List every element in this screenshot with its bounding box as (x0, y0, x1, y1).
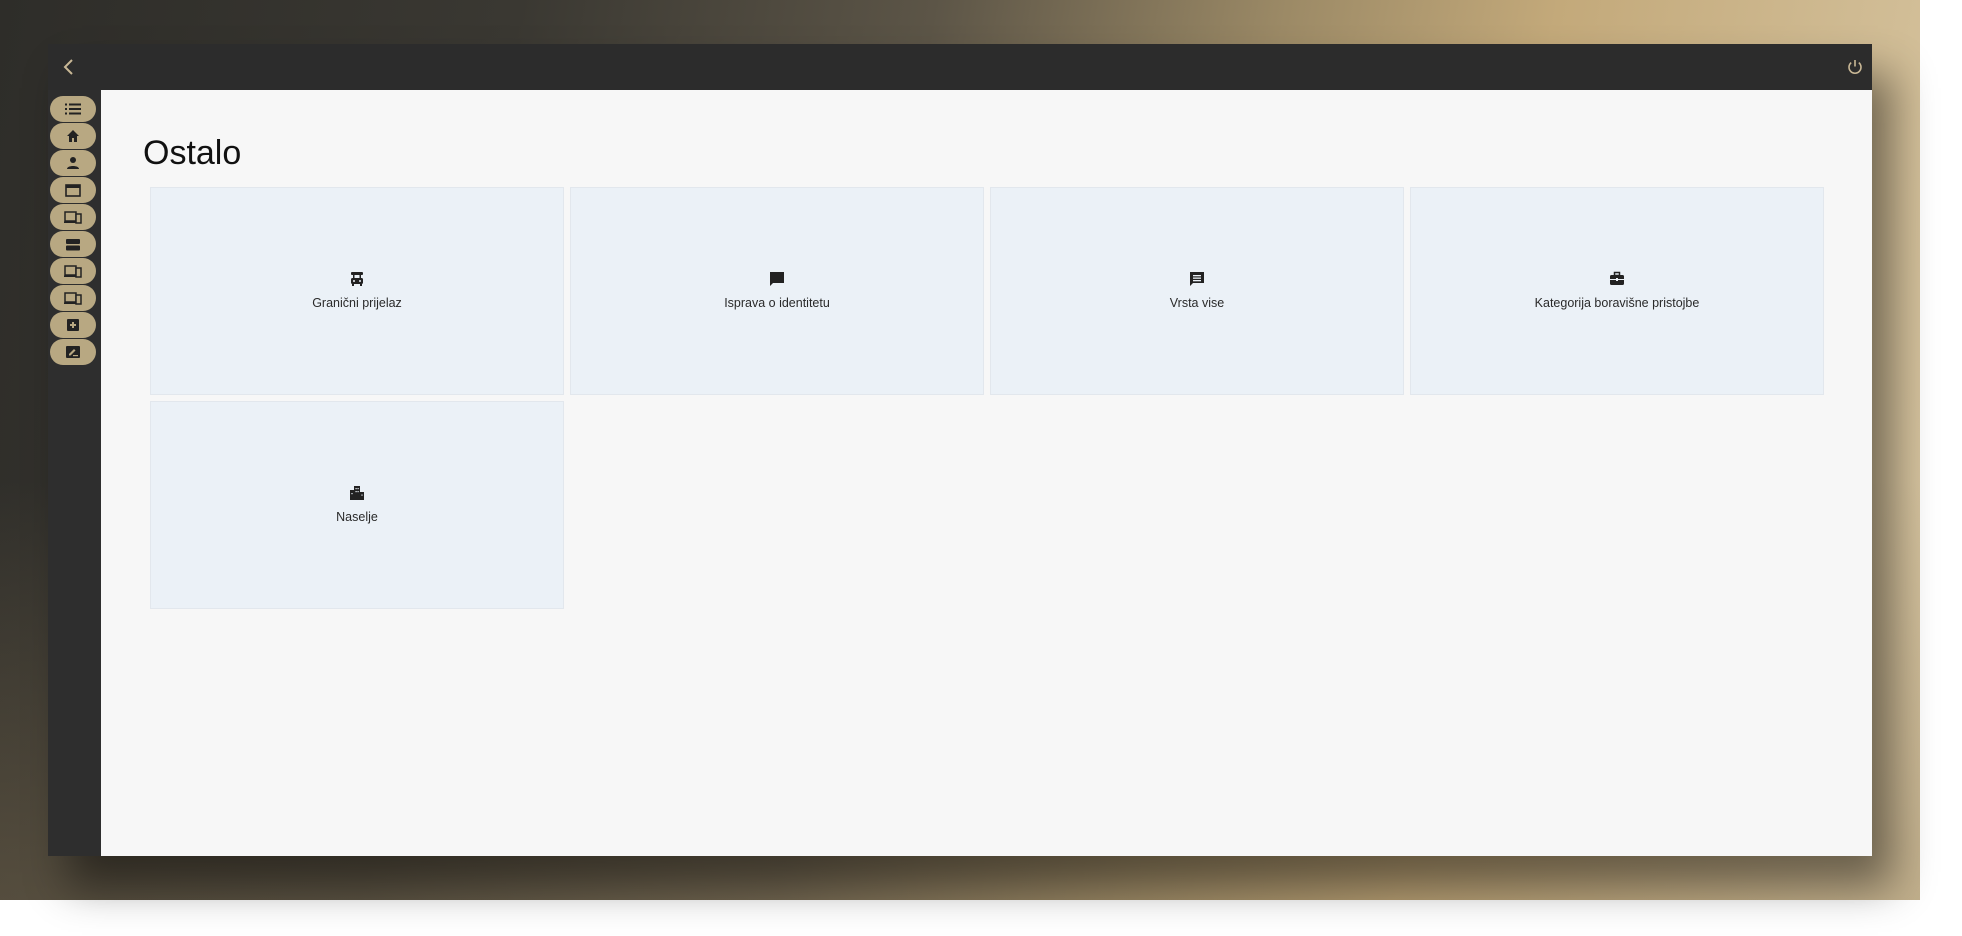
border-crossing-icon (348, 270, 366, 288)
power-button[interactable] (1842, 54, 1868, 80)
sidebar-item-devices-2[interactable] (50, 258, 96, 284)
list-icon (65, 103, 81, 115)
sidebar-item-devices[interactable] (50, 204, 96, 230)
sidebar-item-edit-note[interactable] (50, 339, 96, 365)
tile-naselje[interactable]: Naselje (151, 402, 563, 608)
devices-icon (64, 210, 82, 224)
page-title: Ostalo (143, 134, 242, 172)
tile-kategorija-boravisne-pristojbe[interactable]: Kategorija boravišne pristojbe (1411, 188, 1823, 394)
briefcase-icon (1608, 270, 1626, 288)
power-icon (1848, 60, 1862, 74)
storage-icon (66, 238, 80, 250)
sidebar-item-devices-3[interactable] (50, 285, 96, 311)
home-icon (67, 130, 79, 142)
tile-label: Granični prijelaz (312, 296, 402, 310)
main-content: Ostalo Granični prijelaz Isprava o ident… (101, 90, 1872, 856)
sidebar-item-medical[interactable] (50, 312, 96, 338)
tile-label: Isprava o identitetu (724, 296, 830, 310)
window-icon (65, 183, 81, 197)
sidebar-item-window[interactable] (50, 177, 96, 203)
message-icon (1188, 270, 1206, 288)
person-icon (67, 157, 79, 169)
sidebar-item-list[interactable] (50, 96, 96, 122)
tile-vrsta-vise[interactable]: Vrsta vise (991, 188, 1403, 394)
sidebar (48, 90, 100, 856)
tile-label: Vrsta vise (1169, 296, 1225, 310)
sidebar-item-person[interactable] (50, 150, 96, 176)
edit-note-icon (66, 346, 80, 358)
sidebar-item-storage[interactable] (50, 231, 96, 257)
tile-label: Naselje (336, 510, 378, 524)
chat-bubble-icon (768, 270, 786, 288)
devices-icon (64, 291, 82, 305)
medical-box-icon (67, 319, 79, 331)
devices-icon (64, 264, 82, 278)
top-bar (48, 44, 1872, 90)
chevron-left-icon (63, 59, 73, 75)
app-window: Ostalo Granični prijelaz Isprava o ident… (48, 44, 1872, 856)
back-button[interactable] (56, 54, 82, 80)
sidebar-item-home[interactable] (50, 123, 96, 149)
tile-granicni-prijelaz[interactable]: Granični prijelaz (151, 188, 563, 394)
city-icon (348, 484, 366, 502)
tile-label: Kategorija boravišne pristojbe (1534, 296, 1700, 310)
tile-isprava-o-identitetu[interactable]: Isprava o identitetu (571, 188, 983, 394)
